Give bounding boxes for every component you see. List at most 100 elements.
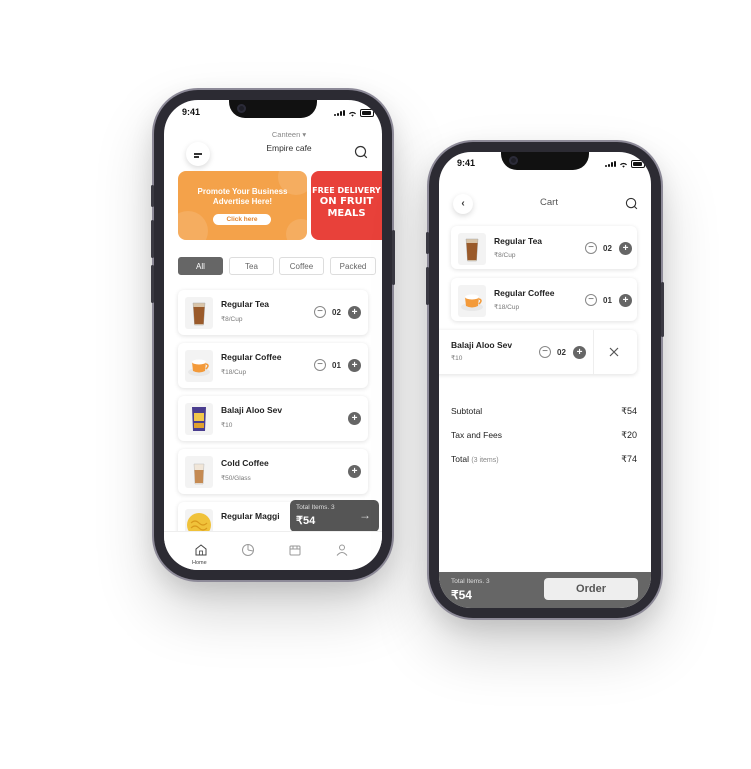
product-image — [185, 456, 213, 488]
product-qty: 01 — [603, 296, 612, 305]
total-items-note: (3 items) — [471, 457, 499, 464]
menu-icon — [194, 153, 202, 157]
product-image — [185, 403, 213, 435]
bottom-nav: Home — [164, 531, 382, 570]
cart-screen: 9:41 ‹ Cart Regular Tea ₹8/Cup − 02 + Re… — [439, 152, 651, 608]
product-image — [185, 297, 213, 329]
decrease-qty-button[interactable]: − — [314, 359, 326, 371]
total-items-label: Total Items. 3 — [296, 504, 335, 511]
filter-coffee[interactable]: Coffee — [279, 257, 324, 275]
promo-banner[interactable]: Promote Your Business Advertise Here! Cl… — [178, 171, 307, 240]
status-icons — [605, 160, 645, 168]
subtotal-label: Subtotal — [451, 406, 483, 416]
home-phone-mockup: 9:41 Canteen ▾ Empire cafe Promote Your … — [151, 90, 395, 580]
profile-icon[interactable] — [335, 543, 349, 557]
signal-icon — [334, 110, 345, 116]
product-name: Regular Tea — [494, 236, 543, 246]
product-name: Regular Coffee — [221, 352, 282, 362]
total-label: Total — [451, 454, 469, 464]
battery-icon — [631, 160, 645, 168]
search-icon[interactable] — [625, 197, 638, 210]
total-amount: ₹54 — [296, 515, 316, 527]
filter-tea[interactable]: Tea — [229, 257, 274, 275]
product-card[interactable]: Regular Coffee ₹18/Cup − 01 + — [178, 343, 368, 388]
add-item-button[interactable]: + — [348, 412, 361, 425]
menu-button[interactable] — [186, 142, 210, 166]
home-screen: 9:41 Canteen ▾ Empire cafe Promote Your … — [164, 100, 382, 570]
arrow-right-icon: → — [359, 508, 371, 522]
increase-qty-button[interactable]: + — [619, 294, 632, 307]
product-name: Cold Coffee — [221, 458, 269, 468]
product-name: Regular Tea — [221, 299, 270, 309]
cart-item[interactable]: Regular Coffee ₹18/Cup − 01 + — [451, 278, 637, 321]
subtotal-value: ₹54 — [621, 406, 637, 416]
offer-line3: MEALS — [327, 208, 366, 219]
cart-item[interactable]: Regular Tea ₹8/Cup − 02 + — [451, 226, 637, 269]
chevron-left-icon: ‹ — [461, 198, 465, 209]
offer-line1: FREE DELIVERY — [312, 186, 381, 195]
wifi-icon — [620, 162, 627, 168]
product-card[interactable]: Regular Tea ₹8/Cup − 02 + — [178, 290, 368, 335]
decrease-qty-button[interactable]: − — [585, 242, 597, 254]
product-qty: 02 — [332, 308, 341, 317]
cart-phone-mockup: 9:41 ‹ Cart Regular Tea ₹8/Cup − 02 + Re… — [426, 142, 664, 618]
increase-qty-button[interactable]: + — [619, 242, 632, 255]
product-price: ₹18/Cup — [221, 369, 247, 376]
filter-packed[interactable]: Packed — [330, 257, 376, 275]
close-icon[interactable] — [609, 347, 619, 357]
total-items-label: Total Items. 3 — [451, 578, 490, 585]
decrease-qty-button[interactable]: − — [585, 294, 597, 306]
promo-line2: Advertise Here! — [212, 197, 273, 206]
decrease-qty-button[interactable]: − — [314, 306, 326, 318]
product-name: Balaji Aloo Sev — [221, 405, 283, 415]
product-card[interactable]: Cold Coffee ₹50/Glass + — [178, 449, 368, 494]
wifi-icon — [349, 111, 356, 117]
home-icon[interactable] — [194, 543, 208, 557]
increase-qty-button[interactable]: + — [573, 346, 586, 359]
product-card[interactable]: Balaji Aloo Sev ₹10 + — [178, 396, 368, 441]
status-time: 9:41 — [182, 107, 201, 117]
product-qty: 02 — [603, 244, 612, 253]
product-price: ₹18/Cup — [494, 304, 520, 311]
page-title: Cart — [540, 197, 558, 208]
location-label[interactable]: Canteen ▾ — [244, 130, 334, 139]
battery-icon — [360, 109, 374, 117]
product-price: ₹8/Cup — [494, 252, 516, 259]
decrease-qty-button[interactable]: − — [539, 346, 551, 358]
offer-banner[interactable]: FREE DELIVERY ON FRUIT MEALS — [311, 171, 382, 240]
offer-line2: ON FRUIT — [319, 196, 374, 207]
search-icon[interactable] — [354, 145, 368, 159]
total-label-row: Total (3 items) — [451, 454, 499, 464]
product-name: Balaji Aloo Sev — [451, 340, 513, 350]
status-time: 9:41 — [457, 158, 476, 168]
store-icon[interactable] — [288, 543, 302, 557]
notch — [501, 152, 589, 170]
total-value: ₹74 — [621, 454, 637, 464]
order-button[interactable]: Order — [544, 578, 638, 600]
cart-summary-button[interactable]: Total Items. 3 ₹54 → — [290, 500, 379, 532]
cart-item-swiped[interactable]: Balaji Aloo Sev ₹10 − 02 + — [439, 330, 637, 374]
increase-qty-button[interactable]: + — [348, 359, 361, 372]
product-name: Regular Maggi — [221, 511, 280, 521]
tax-label: Tax and Fees — [451, 430, 503, 440]
product-image — [458, 233, 486, 265]
product-price: ₹8/Cup — [221, 316, 243, 323]
product-image — [185, 350, 213, 382]
product-qty: 01 — [332, 361, 341, 370]
tax-value: ₹20 — [621, 430, 637, 440]
add-item-button[interactable]: + — [348, 465, 361, 478]
product-qty: 02 — [557, 348, 566, 357]
orders-chart-icon[interactable] — [241, 543, 255, 557]
status-icons — [334, 109, 374, 117]
location-name[interactable]: Empire cafe — [244, 143, 334, 153]
product-image — [458, 285, 486, 317]
promo-line1: Promote Your Business — [197, 187, 288, 196]
product-price: ₹10 — [451, 355, 463, 362]
click-here-button[interactable]: Click here — [213, 214, 271, 225]
back-button[interactable]: ‹ — [453, 194, 473, 214]
filter-all[interactable]: All — [178, 257, 223, 275]
nav-home-label: Home — [192, 560, 207, 566]
signal-icon — [605, 161, 616, 167]
notch — [229, 100, 317, 118]
increase-qty-button[interactable]: + — [348, 306, 361, 319]
